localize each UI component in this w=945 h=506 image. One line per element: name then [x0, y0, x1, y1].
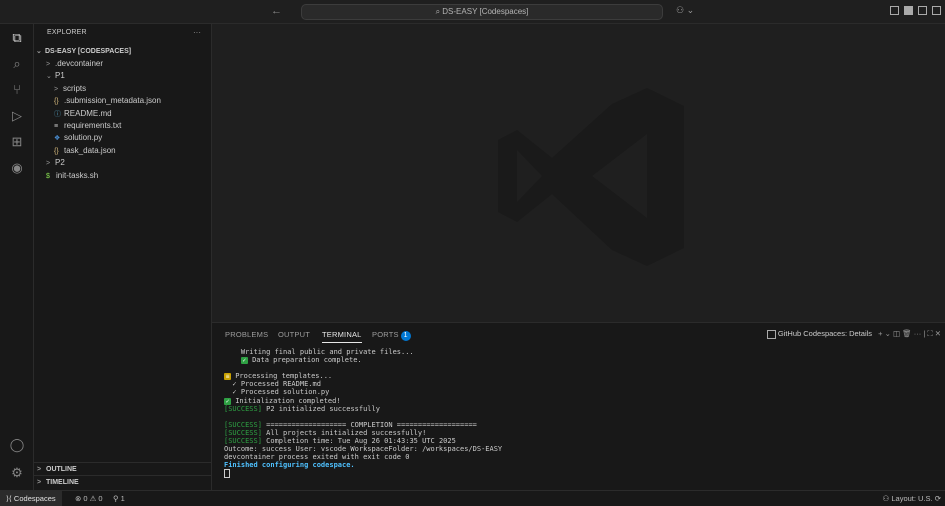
tree-item[interactable]: ❖ solution.py: [34, 132, 231, 144]
run-debug-icon[interactable]: ▷: [8, 107, 26, 125]
terminal-line: Writing final public and private files..…: [224, 348, 414, 356]
terminal-line: ✓ Processed solution.py: [224, 388, 330, 397]
terminal-line: P2 initialized successfully: [261, 404, 380, 413]
vscode-watermark-logo: [498, 88, 684, 266]
ports-count-badge: 1: [400, 331, 411, 341]
terminal-icon: [766, 329, 776, 339]
explorer-title: EXPLORER: [47, 29, 87, 36]
ports-status[interactable]: ⚲ 1: [113, 491, 125, 506]
explorer-icon[interactable]: ⧉: [8, 29, 26, 47]
tree-item-label: .submission_metadata.json: [64, 96, 161, 106]
checkbox-icon: ✓: [240, 357, 248, 365]
success-tag: [SUCCESS]: [224, 420, 262, 429]
memo-icon: ≡: [224, 373, 231, 381]
status-bar: ⟩⟨ Codespaces ⊗ 0 ⚠ 0 ⚲ 1 ⚇ Layout: U.S.…: [0, 490, 945, 506]
account-icon[interactable]: ◯: [8, 436, 26, 454]
terminal-cursor: [224, 469, 230, 479]
copilot-icon[interactable]: ⚇ ⌄: [676, 5, 694, 16]
layout-customize-icon[interactable]: [890, 6, 899, 15]
toggle-panel-icon[interactable]: [918, 6, 927, 15]
tab-ports-label: PORTS: [372, 330, 399, 339]
settings-gear-icon[interactable]: ⚙: [8, 464, 26, 482]
timeline-section[interactable]: > TIMELINE: [34, 475, 211, 488]
chevron-right-icon: >: [46, 160, 51, 168]
file-type-icon: {}: [54, 147, 59, 155]
timeline-label: TIMELINE: [46, 479, 79, 486]
tree-item-label: P2: [55, 158, 65, 168]
terminal-toolbar: GitHub Codespaces: Details + ⌄ ◫ 🗑 ··· |…: [766, 329, 941, 339]
terminal-line: Completion time: Tue Aug 26 01:43:35 UTC…: [261, 437, 456, 446]
chevron-right-icon: >: [46, 61, 51, 68]
terminal-line: Data preparation complete.: [252, 356, 362, 365]
terminal-line: ✓ Processed README.md: [224, 380, 321, 389]
outline-label: OUTLINE: [46, 466, 77, 473]
status-right-items[interactable]: ⚇ Layout: U.S. ⟳: [883, 491, 941, 506]
terminal-line: devcontainer process exited with exit co…: [224, 453, 410, 462]
tree-item[interactable]: {} .submission_metadata.json: [34, 95, 231, 107]
workspace-root[interactable]: ⌄ DS-EASY [CODESPACES]: [34, 46, 213, 58]
file-type-icon: ❖: [54, 135, 61, 143]
tree-item[interactable]: ≡ requirements.txt: [34, 120, 231, 132]
terminal-line: Finished configuring codespace.: [224, 461, 355, 470]
file-type-icon: $: [46, 172, 50, 180]
terminal-line: Outcome: success User: vscode WorkspaceF…: [224, 445, 503, 454]
tree-item-label: scripts: [63, 83, 87, 93]
title-bar: ← → ⌕ DS-EASY [Codespaces] ⚇ ⌄: [0, 0, 945, 24]
source-control-icon[interactable]: ⑂: [8, 81, 26, 99]
checkbox-icon: ✓: [224, 397, 231, 405]
terminal-name[interactable]: GitHub Codespaces: Details: [778, 329, 872, 338]
tab-terminal[interactable]: TERMINAL: [322, 330, 362, 343]
explorer-sidebar: EXPLORER ··· ⌄ DS-EASY [CODESPACES] > .dev…: [34, 24, 212, 490]
file-type-icon: ≡: [54, 123, 59, 130]
file-type-icon: {}: [54, 98, 59, 106]
layout-controls: [890, 6, 941, 15]
success-tag: [SUCCESS]: [224, 404, 262, 413]
tree-item-label: task_data.json: [64, 145, 116, 155]
activity-bar: ⧉ ⌕ ⑂ ▷ ⊞ ◉ ◯ ⚙: [0, 24, 34, 490]
chevron-right-icon: >: [37, 479, 42, 486]
terminal-line: =================== COMPLETION =========…: [261, 420, 477, 429]
tree-item-label: init-tasks.sh: [56, 170, 99, 180]
terminal-actions[interactable]: + ⌄ ◫ 🗑 ··· | ⛶ ✕: [878, 329, 941, 338]
extensions-icon[interactable]: ⊞: [8, 133, 26, 151]
file-type-icon: ⓘ: [54, 110, 61, 118]
tree-item-label: P1: [55, 71, 65, 81]
search-icon[interactable]: ⌕: [8, 55, 26, 73]
success-tag: [SUCCESS]: [224, 437, 262, 446]
outline-section[interactable]: > OUTLINE: [34, 462, 211, 475]
problems-status[interactable]: ⊗ 0 ⚠ 0: [75, 491, 103, 506]
toggle-secondary-sidebar-icon[interactable]: [932, 6, 941, 15]
tree-item[interactable]: > scripts: [34, 83, 231, 95]
tree-item-label: README.md: [64, 108, 112, 118]
toggle-sidebar-icon[interactable]: [904, 6, 913, 15]
tree-item[interactable]: ⓘ README.md: [34, 108, 231, 120]
bottom-panel: PROBLEMS OUTPUT TERMINAL PORTS 1 GitHub C…: [212, 322, 945, 490]
editor-area: [212, 24, 945, 322]
workspace-root-label: DS-EASY [CODESPACES]: [45, 48, 132, 55]
tree-item-label: solution.py: [64, 133, 103, 143]
tree-item[interactable]: ⌄ P1: [34, 70, 223, 82]
command-center-search[interactable]: ⌕ DS-EASY [Codespaces]: [301, 4, 663, 20]
tree-item[interactable]: > .devcontainer: [34, 58, 223, 70]
tree-item[interactable]: $ init-tasks.sh: [34, 170, 223, 182]
github-icon[interactable]: ◉: [8, 159, 26, 177]
chevron-down-icon: ⌄: [46, 73, 52, 81]
terminal-line: Initialization completed!: [235, 396, 341, 405]
tree-item-label: .devcontainer: [55, 59, 104, 68]
chevron-right-icon: >: [54, 85, 59, 93]
tree-item[interactable]: > P2: [34, 157, 223, 169]
tree-item[interactable]: {} task_data.json: [34, 145, 231, 157]
tree-item-label: requirements.txt: [64, 121, 122, 130]
terminal-output[interactable]: Writing final public and private files..…: [224, 348, 502, 481]
explorer-more-icon[interactable]: ···: [193, 28, 201, 37]
tab-problems[interactable]: PROBLEMS: [225, 330, 268, 339]
remote-indicator[interactable]: ⟩⟨ Codespaces: [0, 491, 62, 506]
chevron-down-icon: ⌄: [36, 48, 42, 55]
terminal-line: All projects initialized successfully!: [261, 428, 427, 437]
tab-ports[interactable]: PORTS 1: [372, 330, 411, 341]
success-tag: [SUCCESS]: [224, 428, 262, 437]
tab-output[interactable]: OUTPUT: [278, 330, 310, 339]
terminal-line: Processing templates...: [235, 372, 333, 381]
